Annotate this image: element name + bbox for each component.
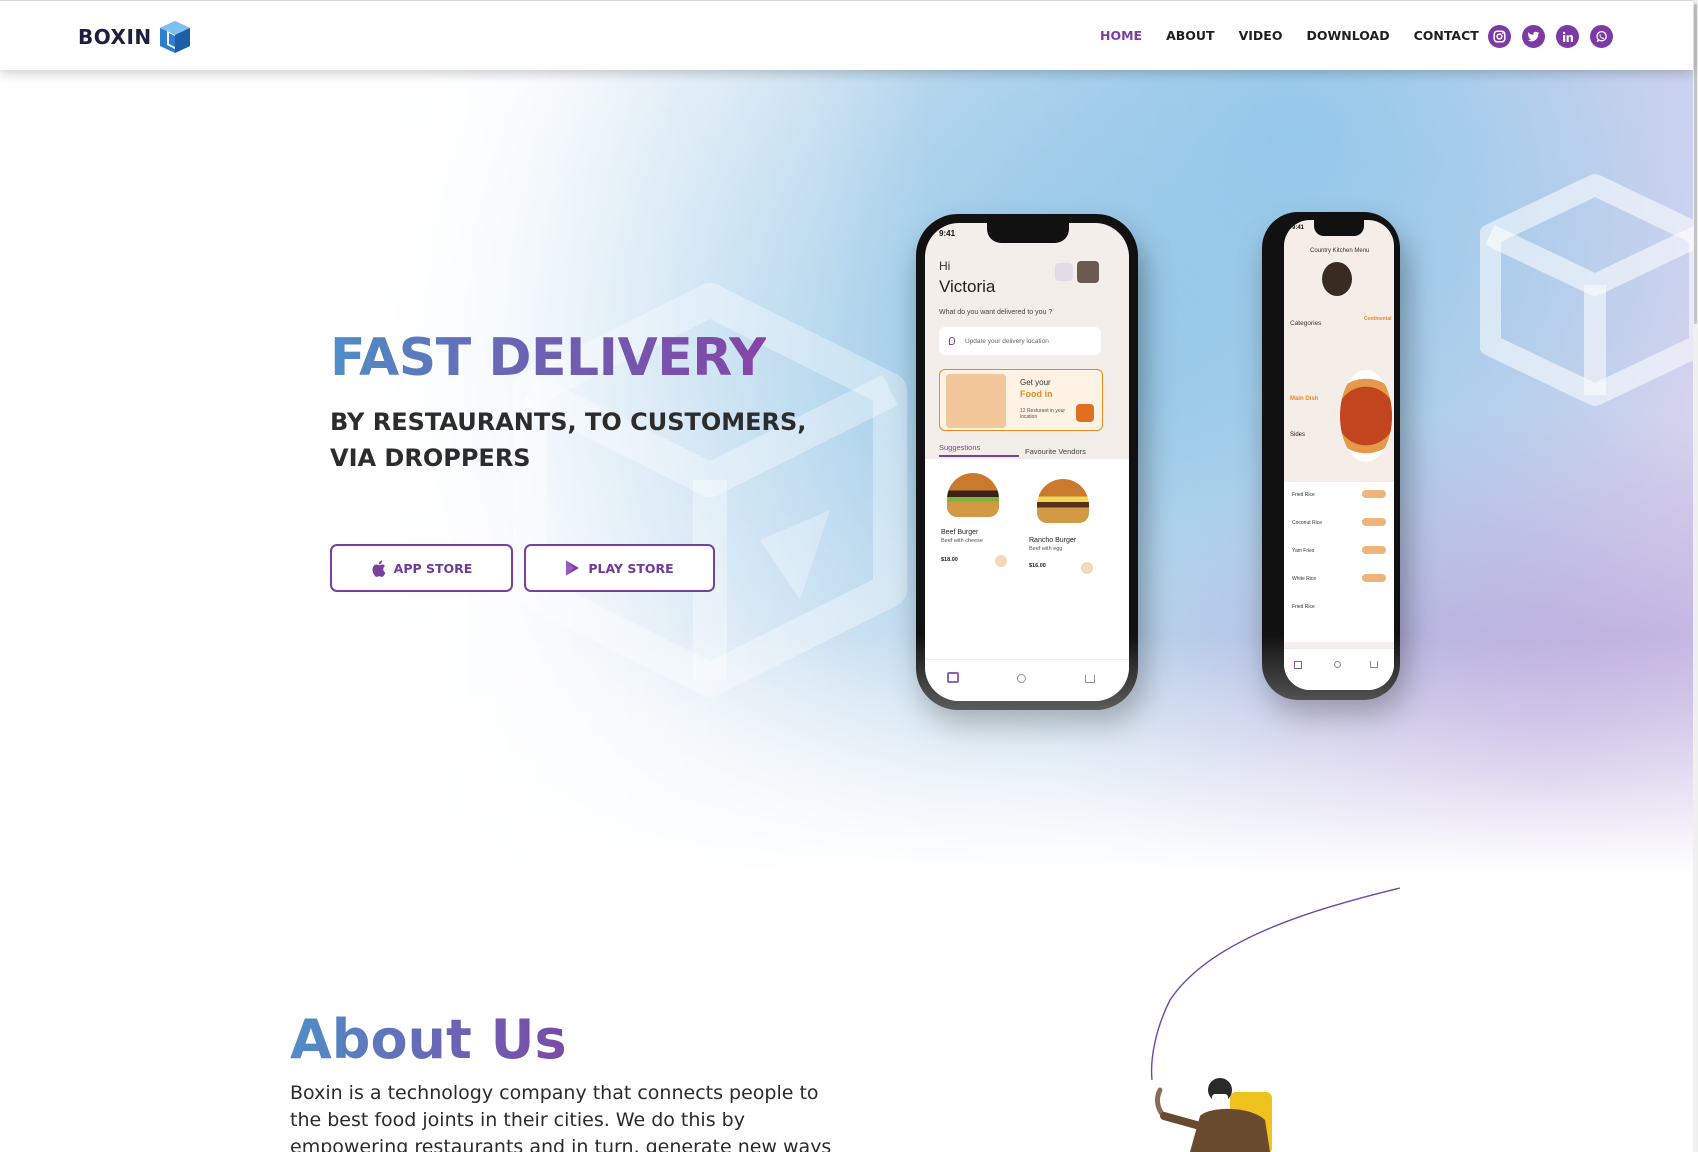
quantity-stepper[interactable]: [1362, 518, 1386, 526]
nav-home[interactable]: HOME: [1100, 28, 1142, 43]
promo-arrow-button[interactable]: [1076, 404, 1094, 422]
item-price: $16.00: [1029, 563, 1046, 569]
location-input[interactable]: Update your delivery location: [939, 327, 1101, 355]
main-nav: HOME ABOUT VIDEO DOWNLOAD CONTACT: [1100, 28, 1503, 43]
item-name: Beef Burger: [941, 529, 979, 536]
phone-mockup-menu: 9:41 Country Kitchen Menu Categories Con…: [1262, 212, 1400, 700]
location-placeholder: Update your delivery location: [965, 337, 1049, 345]
play-store-label: PLAY STORE: [588, 560, 674, 576]
status-time: 9:41: [1292, 225, 1305, 231]
food-list: Beef Burger Beef with cheese $18.00 Ranc…: [925, 459, 1129, 659]
hero-subtitle: BY RESTAURANTS, TO CUSTOMERS, VIA DROPPE…: [330, 408, 807, 472]
greeting-text: Hi: [939, 259, 951, 273]
phone-screen-home: 9:41 Hi Victoria What do you want delive…: [925, 223, 1129, 701]
apple-icon: [372, 560, 386, 577]
item-name: Rancho Burger: [1029, 537, 1077, 544]
hero-bottom-fade: [0, 635, 1693, 875]
hero-title: FAST DELIVERY: [330, 328, 767, 388]
brand-name: BOXIN: [78, 25, 152, 49]
delivery-rider-illustration: [1150, 887, 1401, 1152]
phone-screen-menu: 9:41 Country Kitchen Menu Categories Con…: [1284, 220, 1394, 690]
item-desc: Beef with cheese: [941, 538, 983, 544]
about-title: About Us: [290, 1008, 567, 1071]
hero-section: 9:41 Hi Victoria What do you want delive…: [0, 70, 1693, 875]
app-store-button[interactable]: APP STORE: [330, 544, 513, 592]
tab-favourite-vendors[interactable]: Favourite Vendors: [1025, 447, 1086, 456]
menu-title: Country Kitchen Menu: [1310, 248, 1370, 254]
category-tag: Continental: [1364, 316, 1392, 322]
bell-icon[interactable]: [1055, 263, 1073, 281]
social-links: [1488, 25, 1613, 48]
page-scrollbar[interactable]: [1693, 0, 1698, 1152]
whatsapp-icon[interactable]: [1590, 25, 1613, 48]
menu-item[interactable]: Fried Rice: [1292, 604, 1315, 610]
add-to-cart-button[interactable]: [995, 555, 1007, 567]
sides-label: Sides: [1290, 432, 1306, 438]
item-desc: Beef with egg: [1029, 546, 1063, 552]
promo-card[interactable]: Get your Food in 12 Resturant in your lo…: [939, 369, 1103, 431]
add-to-cart-button[interactable]: [1081, 562, 1093, 574]
delivery-question: What do you want delivered to you ?: [939, 309, 1053, 316]
quantity-stepper[interactable]: [1362, 490, 1386, 498]
box-logo-icon: [159, 21, 190, 53]
menu-item[interactable]: Fried Rice: [1292, 492, 1315, 498]
item-price: $18.00: [941, 557, 958, 563]
restaurant-image: [1322, 262, 1352, 296]
scrollbar-thumb[interactable]: [1694, 4, 1697, 324]
nav-video[interactable]: VIDEO: [1239, 28, 1283, 43]
location-pin-icon: [949, 337, 955, 345]
menu-item[interactable]: Coconut Rice: [1292, 520, 1322, 526]
status-time: 9:41: [939, 229, 956, 238]
main-dish-label: Main Dish: [1290, 396, 1319, 402]
linkedin-icon[interactable]: [1556, 25, 1579, 48]
promo-line2: Food in: [1020, 389, 1053, 399]
play-store-icon: [566, 560, 580, 576]
nav-about[interactable]: ABOUT: [1166, 28, 1215, 43]
top-navbar: BOXIN HOME ABOUT VIDEO DOWNLOAD CONTACT: [0, 0, 1693, 70]
about-text: Boxin is a technology company that conne…: [290, 1082, 832, 1152]
quantity-stepper[interactable]: [1362, 574, 1386, 582]
app-store-label: APP STORE: [393, 560, 473, 576]
menu-item[interactable]: White Rice: [1292, 576, 1316, 582]
quantity-stepper[interactable]: [1362, 546, 1386, 554]
nav-download[interactable]: DOWNLOAD: [1306, 28, 1389, 43]
promo-small: 12 Resturant in your location: [1020, 408, 1066, 420]
menu-item[interactable]: Yam Fries: [1292, 548, 1314, 554]
instagram-icon[interactable]: [1488, 25, 1511, 48]
twitter-icon[interactable]: [1522, 25, 1545, 48]
play-store-button[interactable]: PLAY STORE: [524, 544, 715, 592]
avatar[interactable]: [1077, 261, 1099, 283]
promo-line1: Get your: [1020, 378, 1051, 387]
user-name: Victoria: [939, 277, 996, 296]
burger-image: [947, 473, 999, 517]
brand-logo[interactable]: BOXIN: [78, 19, 192, 55]
dish-image: [1340, 370, 1392, 462]
courier-illustration: [946, 374, 1006, 428]
categories-label: Categories: [1290, 320, 1322, 327]
menu-list: Fried Rice Coconut Rice Yam Fries White …: [1284, 482, 1394, 642]
nav-contact[interactable]: CONTACT: [1414, 28, 1479, 43]
burger-image: [1037, 479, 1089, 523]
tab-suggestions[interactable]: Suggestions: [939, 443, 1019, 457]
